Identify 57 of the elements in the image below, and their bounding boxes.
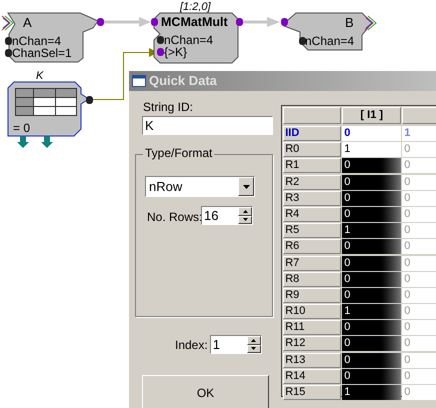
row-header: R14 [283, 368, 342, 384]
node-param: nChan=4 [164, 34, 214, 47]
table-cell[interactable]: 0 [342, 239, 402, 254]
index-cell: 1 [402, 126, 436, 141]
row-header: R4 [283, 206, 342, 222]
node-param: nChan=4 [305, 35, 354, 48]
table-cell[interactable]: 1 [342, 304, 402, 320]
node-param: ChanSel=1 [12, 47, 72, 60]
table-cell[interactable]: 0 [342, 158, 402, 174]
row-header: R1 [283, 158, 342, 174]
group-label: Type/Format [143, 146, 214, 160]
node-param: nChan=4 [12, 35, 62, 48]
row-header: R6 [283, 239, 342, 254]
window-title: Quick Data [149, 72, 217, 90]
node-title: B [345, 15, 354, 31]
row-header: R9 [283, 288, 342, 303]
field-label: String ID: [143, 100, 194, 114]
table-cell[interactable]: 0 [342, 272, 402, 287]
table-cell[interactable]: 0 [342, 206, 402, 222]
row-header: R8 [283, 272, 342, 287]
table-cell[interactable]: 1 [342, 385, 402, 400]
row-header: R7 [283, 256, 342, 270]
string-id-field[interactable]: K [142, 116, 273, 135]
table-cell[interactable]: 0 [342, 190, 402, 206]
row-header: R10 [283, 304, 342, 320]
row-header: R3 [283, 190, 342, 206]
row-header: R12 [283, 336, 342, 352]
row-header: R13 [283, 352, 342, 368]
table-cell[interactable]: 1 [342, 142, 402, 158]
node-value: = 0 [13, 122, 30, 135]
table-cell[interactable]: 0 [342, 352, 402, 368]
row-header: R2 [283, 174, 342, 190]
table-cell[interactable]: 0 [342, 320, 402, 336]
row-header: IID [283, 126, 342, 141]
format-dropdown[interactable]: nRow [145, 176, 255, 197]
column-header[interactable]: [ I1 ] [342, 107, 402, 124]
table-cell[interactable]: 1 [342, 223, 402, 238]
index-spinner[interactable]: 1 [210, 335, 262, 354]
table-cell[interactable]: 0 [342, 288, 402, 303]
index-cell: 0 [342, 126, 402, 141]
node-param: {>K} [164, 46, 188, 59]
ok-button[interactable]: OK [142, 375, 269, 408]
node-caption: [1:2,0] [180, 1, 211, 13]
node-title: MCMatMult [161, 14, 228, 31]
node-title: A [23, 15, 32, 31]
field-label: No. Rows: [147, 210, 202, 224]
table-cell[interactable]: 0 [342, 256, 402, 270]
node-caption: K [36, 70, 44, 82]
table-cell[interactable]: 0 [342, 336, 402, 352]
field-label: Index: [175, 338, 208, 352]
table-cell[interactable]: 0 [342, 174, 402, 190]
row-header: R11 [283, 320, 342, 336]
table-cell[interactable]: 0 [342, 368, 402, 384]
row-header: R15 [283, 385, 342, 400]
row-header: R0 [283, 142, 342, 158]
rows-spinner[interactable]: 16 [201, 206, 253, 225]
row-header: R5 [283, 223, 342, 238]
